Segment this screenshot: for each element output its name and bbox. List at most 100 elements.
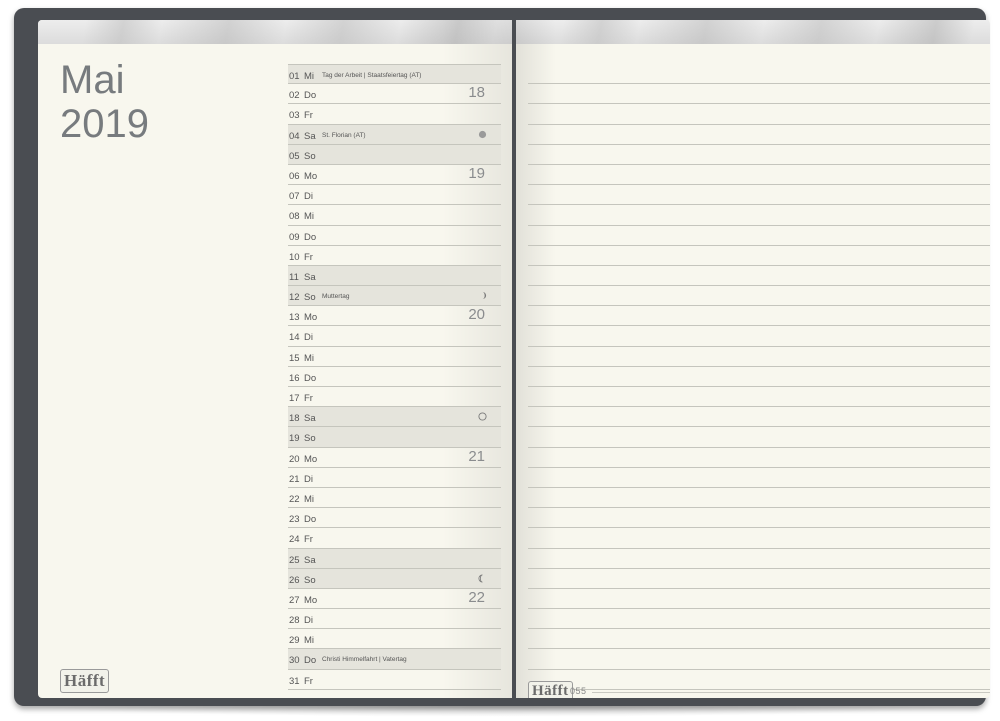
page-number: 055 bbox=[570, 686, 587, 696]
weekday-label: Di bbox=[304, 473, 313, 485]
ruled-line[interactable] bbox=[528, 488, 990, 509]
day-row[interactable]: 22 Mi bbox=[288, 488, 501, 509]
weekday-label: Sa bbox=[304, 554, 316, 566]
ruled-line[interactable] bbox=[528, 589, 990, 610]
ruled-line[interactable] bbox=[528, 185, 990, 206]
ruled-line[interactable] bbox=[528, 125, 990, 145]
ruled-line[interactable] bbox=[528, 347, 990, 367]
day-row[interactable]: 24 Fr bbox=[288, 528, 501, 549]
day-row[interactable]: 18 Sa bbox=[288, 407, 501, 428]
weekday-label: Fr bbox=[304, 534, 313, 546]
day-row[interactable]: 30 Do Christi Himmelfahrt | Vatertag bbox=[288, 649, 501, 670]
day-row[interactable]: 11 Sa bbox=[288, 265, 501, 287]
day-list: 01 Mi Tag der Arbeit | Staatsfeiertag (AT)… bbox=[288, 64, 501, 690]
day-row[interactable]: 03 Fr bbox=[288, 104, 501, 125]
day-number: 08 bbox=[289, 211, 300, 223]
ruled-line[interactable] bbox=[528, 407, 990, 428]
day-row[interactable]: 04 Sa St. Florian (AT) bbox=[288, 124, 501, 145]
holiday-note: Tag der Arbeit | Staatsfeiertag (AT) bbox=[322, 72, 422, 79]
weekday-label: So bbox=[304, 292, 316, 304]
day-row[interactable]: 12 So Muttertag bbox=[288, 286, 501, 307]
ruled-line[interactable] bbox=[528, 569, 990, 589]
day-row[interactable]: 19 So bbox=[288, 427, 501, 448]
ruled-line[interactable] bbox=[528, 326, 990, 347]
weekday-label: Fr bbox=[304, 110, 313, 122]
day-number: 22 bbox=[289, 493, 300, 505]
ruled-line[interactable] bbox=[528, 205, 990, 226]
weekday-label: Mo bbox=[304, 453, 318, 465]
day-row[interactable]: 25 Sa bbox=[288, 548, 501, 569]
day-number: 10 bbox=[289, 251, 300, 263]
ruled-line[interactable] bbox=[528, 468, 990, 488]
day-number: 07 bbox=[289, 191, 300, 203]
day-row[interactable]: 07 Di bbox=[288, 185, 501, 206]
day-row[interactable]: 23 Do bbox=[288, 508, 501, 529]
weekday-label: Mi bbox=[304, 493, 315, 505]
day-row[interactable]: 10 Fr bbox=[288, 246, 501, 266]
day-row[interactable]: 06 Mo 19 bbox=[288, 165, 501, 186]
day-number: 06 bbox=[289, 170, 300, 182]
day-number: 23 bbox=[289, 514, 300, 526]
ruled-line[interactable] bbox=[528, 226, 990, 246]
day-row[interactable]: 14 Di bbox=[288, 326, 501, 347]
ruled-line[interactable] bbox=[528, 64, 990, 85]
day-row[interactable]: 09 Do bbox=[288, 226, 501, 246]
weekday-label: Mi bbox=[304, 71, 315, 82]
ruled-line[interactable] bbox=[528, 286, 990, 307]
day-number: 18 bbox=[289, 413, 300, 425]
ruled-line[interactable] bbox=[528, 165, 990, 186]
week-number: 18 bbox=[468, 84, 485, 102]
ruled-line[interactable] bbox=[528, 84, 990, 105]
ruled-line[interactable] bbox=[528, 145, 990, 165]
ruled-line[interactable] bbox=[528, 670, 990, 690]
ruled-line[interactable] bbox=[528, 306, 990, 327]
ruled-line[interactable] bbox=[528, 104, 990, 125]
day-row[interactable]: 05 So bbox=[288, 144, 501, 165]
day-row[interactable]: 28 Di bbox=[288, 609, 501, 630]
ruled-line[interactable] bbox=[528, 367, 990, 387]
weekday-label: Fr bbox=[304, 251, 313, 263]
holiday-note: Muttertag bbox=[322, 293, 350, 301]
day-row[interactable]: 27 Mo 22 bbox=[288, 589, 501, 610]
day-row[interactable]: 16 Do bbox=[288, 367, 501, 387]
ruled-line[interactable] bbox=[528, 549, 990, 569]
day-row[interactable]: 31 Fr bbox=[288, 670, 501, 690]
weekday-label: Di bbox=[304, 191, 313, 203]
day-row[interactable]: 13 Mo 20 bbox=[288, 306, 501, 327]
week-number: 20 bbox=[468, 306, 485, 324]
ruled-notes-area[interactable] bbox=[528, 64, 990, 690]
day-number: 28 bbox=[289, 615, 300, 627]
ruled-line[interactable] bbox=[528, 266, 990, 287]
ruled-line[interactable] bbox=[528, 649, 990, 670]
day-row[interactable]: 02 Do 18 bbox=[288, 84, 501, 105]
weekday-label: So bbox=[304, 433, 316, 445]
day-number: 31 bbox=[289, 675, 300, 687]
day-number: 15 bbox=[289, 352, 300, 364]
day-row[interactable]: 17 Fr bbox=[288, 387, 501, 408]
day-number: 05 bbox=[289, 150, 300, 162]
weekday-label: Mo bbox=[304, 170, 318, 182]
day-number: 30 bbox=[289, 655, 300, 667]
day-row[interactable]: 08 Mi bbox=[288, 205, 501, 226]
ruled-line[interactable] bbox=[528, 528, 990, 549]
ruled-line[interactable] bbox=[528, 246, 990, 266]
right-page: Häfft 055 bbox=[516, 20, 990, 698]
weekday-label: Fr bbox=[304, 393, 313, 404]
weekday-label: Di bbox=[304, 615, 313, 627]
ruled-line[interactable] bbox=[528, 427, 990, 448]
ruled-line[interactable] bbox=[528, 508, 990, 529]
moon-last-quarter-icon bbox=[478, 574, 487, 583]
day-row[interactable]: 21 Di bbox=[288, 468, 501, 488]
day-row[interactable]: 29 Mi bbox=[288, 629, 501, 650]
day-row[interactable]: 20 Mo 21 bbox=[288, 448, 501, 468]
day-row[interactable]: 26 So bbox=[288, 568, 501, 589]
day-row[interactable]: 15 Mi bbox=[288, 347, 501, 367]
ruled-line[interactable] bbox=[528, 448, 990, 468]
day-row[interactable]: 01 Mi Tag der Arbeit | Staatsfeiertag (AT) bbox=[288, 64, 501, 85]
ruled-line[interactable] bbox=[528, 609, 990, 630]
ruled-line[interactable] bbox=[528, 629, 990, 650]
weekday-label: Do bbox=[304, 514, 317, 526]
day-number: 04 bbox=[289, 130, 300, 142]
weekday-label: Do bbox=[304, 372, 317, 384]
ruled-line[interactable] bbox=[528, 387, 990, 408]
